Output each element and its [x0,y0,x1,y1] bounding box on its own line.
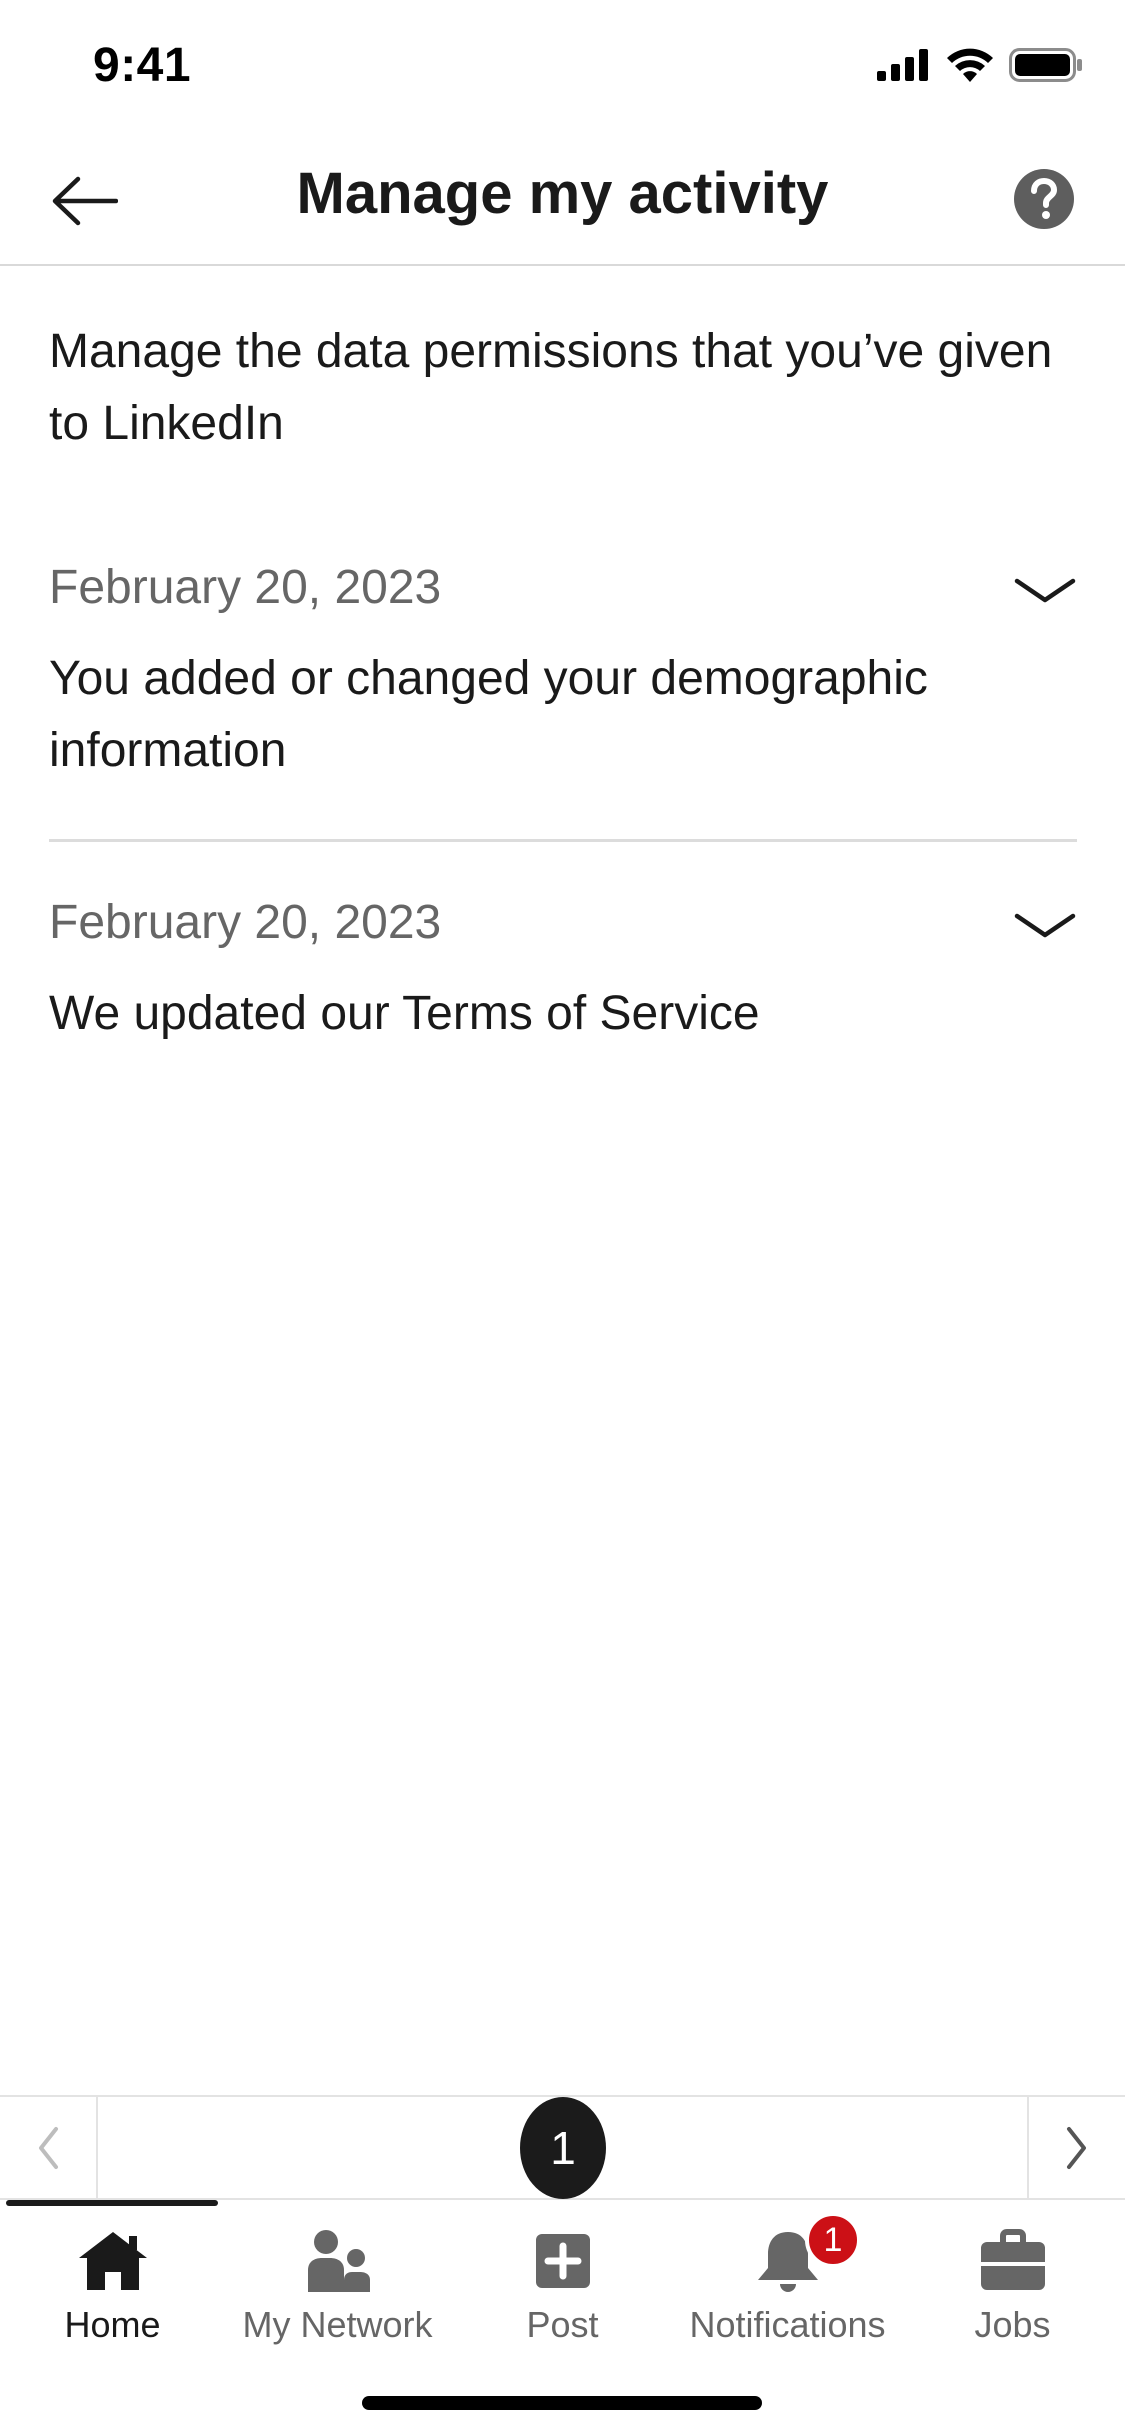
briefcase-icon [980,2229,1045,2290]
tab-label: Post [526,2304,599,2345]
activity-description: You added or changed your demographic in… [49,652,928,777]
page-title: Manage my activity [296,161,829,226]
chevron-right-icon [1067,2126,1086,2169]
status-bar: 9:41 [0,0,1125,136]
divider [49,839,1077,842]
tab-label: Jobs [974,2304,1051,2345]
network-icon [307,2230,370,2292]
intro-text: Manage the data permissions that you’ve … [49,325,1053,450]
pager-bar: 1 [0,2095,1125,2200]
tab-jobs[interactable]: Jobs [900,2212,1125,2362]
chevron-left-icon [39,2126,58,2169]
help-button[interactable] [1013,168,1075,230]
status-icons [877,48,1083,82]
wifi-icon [947,48,993,82]
home-icon [78,2232,147,2290]
tab-post[interactable]: Post [450,2212,675,2362]
activity-item[interactable]: February 20, 2023 We updated our Terms o… [49,890,1077,1050]
chevron-down-icon[interactable] [1013,912,1077,940]
help-icon [1014,169,1074,229]
screen: 9:41 Manage my activity Manage the data … [0,0,1125,2436]
post-icon [535,2234,590,2288]
activity-item[interactable]: February 20, 2023 You added or changed y… [49,555,1077,787]
tab-home[interactable]: Home [0,2212,225,2362]
tab-my-network[interactable]: My Network [225,2212,450,2362]
activity-date: February 20, 2023 [49,561,442,614]
status-time: 9:41 [93,39,192,92]
notification-badge: 1 [805,2212,861,2268]
cellular-signal-icon [877,49,928,81]
navigation-header: Manage my activity [0,136,1125,266]
tab-notifications[interactable]: 1 Notifications [675,2212,900,2362]
battery-icon [1009,48,1082,82]
tab-label: Notifications [689,2304,886,2345]
chevron-down-icon[interactable] [1013,577,1077,605]
activity-date: February 20, 2023 [49,896,442,949]
pager-current-page: 1 [520,2097,606,2199]
tab-label: My Network [242,2304,433,2345]
active-tab-indicator [6,2200,218,2206]
activity-description: We updated our Terms of Service [49,987,760,1040]
pager-next-button[interactable] [1027,2097,1125,2198]
pager-prev-button[interactable] [0,2097,98,2198]
tab-label: Home [64,2304,161,2345]
home-indicator [362,2396,762,2410]
